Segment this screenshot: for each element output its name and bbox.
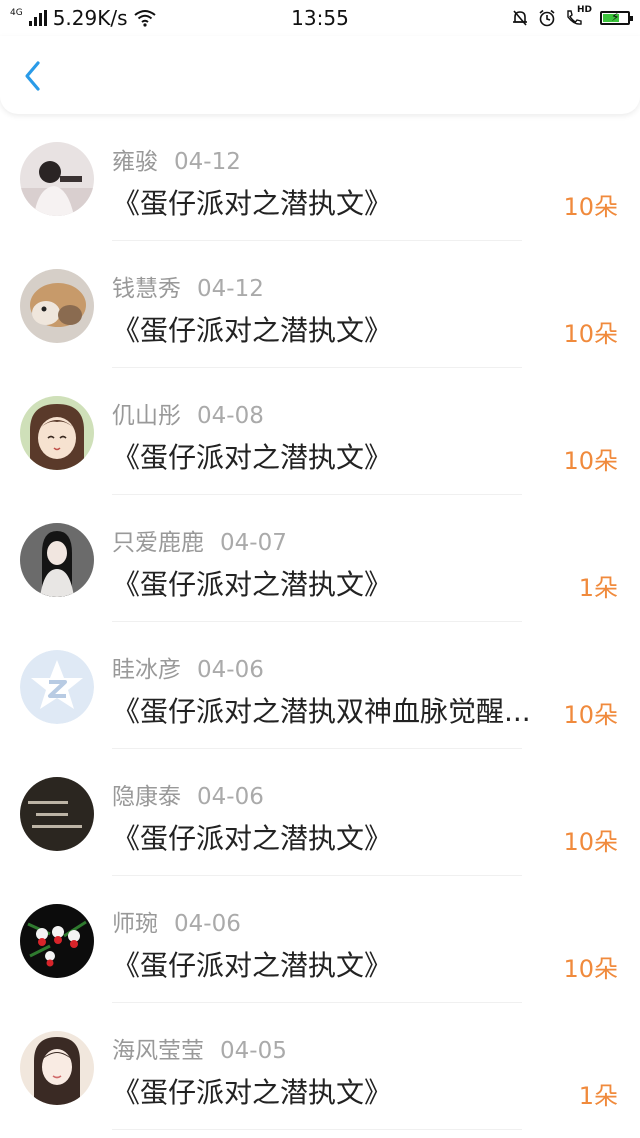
user-name[interactable]: 仉山彤: [112, 403, 181, 429]
chevron-left-icon[interactable]: [18, 60, 50, 92]
list-item[interactable]: 隐康泰 04-06 《蛋仔派对之潜执文》 10朵: [0, 749, 640, 876]
gift-count: 10朵: [563, 193, 618, 221]
hd-call-icon: HD: [565, 5, 592, 27]
user-name[interactable]: 海风莹莹: [112, 1038, 204, 1064]
item-meta: 钱慧秀 04-12: [112, 269, 264, 303]
network-speed: 5.29K/s: [52, 6, 128, 30]
avatar[interactable]: [20, 269, 94, 343]
gift-count: 1朵: [578, 574, 618, 602]
book-title[interactable]: 《蛋仔派对之潜执文》: [112, 817, 557, 857]
list-item[interactable]: 仉山彤 04-08 《蛋仔派对之潜执文》 10朵: [0, 368, 640, 495]
book-title[interactable]: 《蛋仔派对之潜执文》: [112, 436, 557, 476]
alarm-icon: [539, 9, 555, 27]
item-meta: 眭冰彦 04-06: [112, 650, 264, 684]
book-title[interactable]: 《蛋仔派对之潜执双神血脉觉醒...: [112, 690, 557, 730]
item-meta: 隐康泰 04-06: [112, 777, 264, 811]
book-title[interactable]: 《蛋仔派对之潜执文》: [112, 563, 557, 603]
gift-date: 04-07: [220, 530, 287, 556]
user-name[interactable]: 雍骏: [112, 149, 158, 175]
item-meta: 仉山彤 04-08: [112, 396, 264, 430]
user-name[interactable]: 师琬: [112, 911, 158, 937]
gift-count: 1朵: [578, 1082, 618, 1110]
status-right: HD ⚡: [511, 5, 633, 27]
avatar[interactable]: [20, 904, 94, 978]
battery-charging-icon: ⚡: [600, 10, 633, 25]
network-type: 4G: [10, 7, 23, 18]
gift-date: 04-08: [197, 403, 264, 429]
list-item[interactable]: 只爱鹿鹿 04-07 《蛋仔派对之潜执文》 1朵: [0, 495, 640, 622]
gift-count: 10朵: [563, 447, 618, 475]
list-item[interactable]: 师琬 04-06 《蛋仔派对之潜执文》 10朵: [0, 876, 640, 1003]
item-meta: 雍骏 04-12: [112, 142, 241, 176]
user-name[interactable]: 隐康泰: [112, 784, 181, 810]
avatar[interactable]: [20, 1031, 94, 1105]
avatar[interactable]: [20, 396, 94, 470]
user-name[interactable]: 眭冰彦: [112, 657, 181, 683]
signal-icon: [28, 10, 47, 26]
list-item[interactable]: 雍骏 04-12 《蛋仔派对之潜执文》 10朵: [0, 114, 640, 241]
book-title[interactable]: 《蛋仔派对之潜执文》: [112, 182, 557, 222]
gift-list: 雍骏 04-12 《蛋仔派对之潜执文》 10朵 钱慧秀 04-12 《蛋仔派对之潜执…: [0, 114, 640, 1130]
avatar[interactable]: [20, 523, 94, 597]
gift-date: 04-06: [197, 657, 264, 683]
gift-count: 10朵: [563, 955, 618, 983]
item-meta: 海风莹莹 04-05: [112, 1031, 287, 1065]
wifi-icon: [133, 10, 156, 27]
gift-date: 04-06: [197, 784, 264, 810]
avatar[interactable]: [20, 142, 94, 216]
item-meta: 只爱鹿鹿 04-07: [112, 523, 287, 557]
book-title[interactable]: 《蛋仔派对之潜执文》: [112, 944, 557, 984]
status-left: 4G 5.29K/s: [10, 6, 156, 30]
divider: [112, 1129, 522, 1130]
list-item[interactable]: 钱慧秀 04-12 《蛋仔派对之潜执文》 10朵: [0, 241, 640, 368]
nav-bar: [0, 36, 640, 114]
gift-date: 04-12: [197, 276, 264, 302]
item-meta: 师琬 04-06: [112, 904, 241, 938]
book-title[interactable]: 《蛋仔派对之潜执文》: [112, 1071, 557, 1111]
gift-date: 04-06: [174, 911, 241, 937]
list-item[interactable]: 海风莹莹 04-05 《蛋仔派对之潜执文》 1朵: [0, 1003, 640, 1130]
user-name[interactable]: 钱慧秀: [112, 276, 181, 302]
status-bar: 4G 5.29K/s 13:55 HD ⚡: [0, 0, 640, 36]
gift-date: 04-05: [220, 1038, 287, 1064]
gift-count: 10朵: [563, 828, 618, 856]
hd-label: HD: [577, 5, 593, 15]
gift-count: 10朵: [563, 701, 618, 729]
mute-bell-icon: [513, 10, 527, 26]
list-item[interactable]: 眭冰彦 04-06 《蛋仔派对之潜执双神血脉觉醒... 10朵: [0, 622, 640, 749]
avatar[interactable]: [20, 777, 94, 851]
gift-count: 10朵: [563, 320, 618, 348]
gift-date: 04-12: [174, 149, 241, 175]
book-title[interactable]: 《蛋仔派对之潜执文》: [112, 309, 557, 349]
user-name[interactable]: 只爱鹿鹿: [112, 530, 204, 556]
avatar[interactable]: [20, 650, 94, 724]
